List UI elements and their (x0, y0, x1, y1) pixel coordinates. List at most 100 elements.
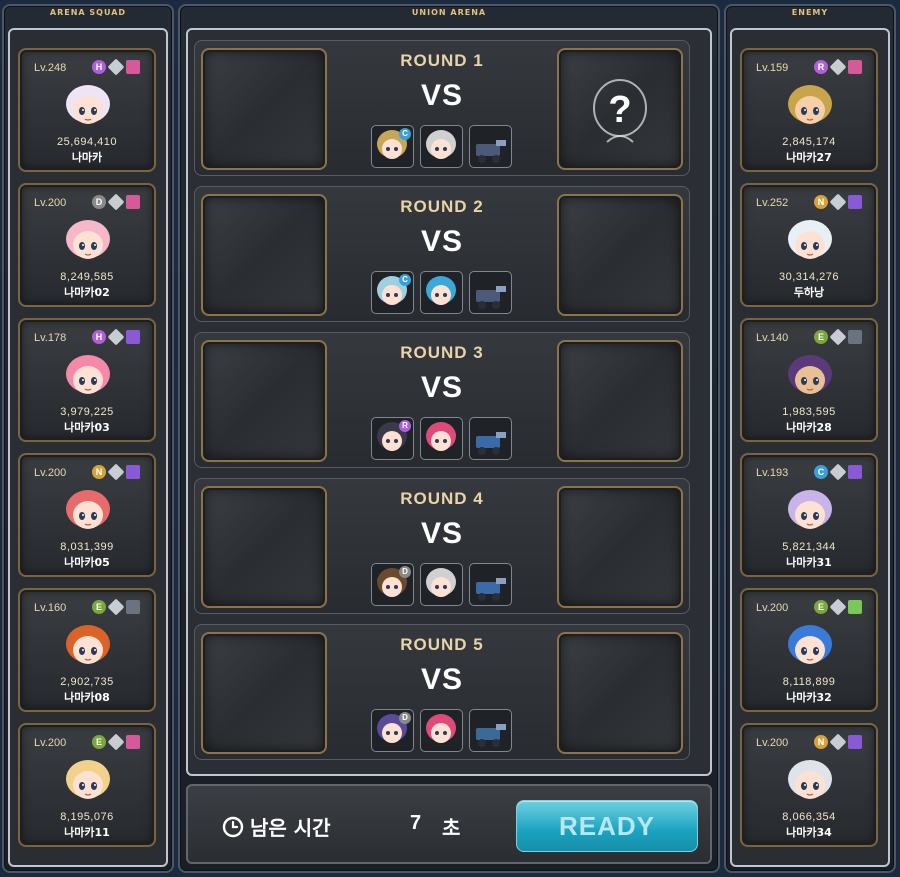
tactic-icon (469, 563, 512, 606)
job-class-icon (848, 735, 862, 749)
element-icon (829, 598, 847, 616)
round-title: ROUND 5 (400, 635, 484, 654)
unit-power: 25,694,410 (56, 136, 118, 148)
unit-power: 2,845,174 (782, 136, 836, 148)
unit-badges: D (92, 193, 140, 211)
element-icon (829, 58, 847, 76)
unit-name: 나마카34 (786, 826, 832, 839)
unit-level: Lv.200 (34, 467, 67, 479)
squad-unit-card[interactable]: Lv.200 D 8,249,585 나마카02 (18, 183, 156, 307)
unit-name: 나마카27 (786, 151, 832, 164)
unit-level: Lv.140 (756, 332, 789, 344)
vs-label: VS (420, 225, 464, 258)
tactic-icon (469, 271, 512, 314)
job-class-icon (126, 465, 140, 479)
mini-portrait-icon (420, 271, 463, 314)
question-mark-silhouette-icon: ? (559, 72, 681, 156)
round-title: ROUND 4 (400, 489, 484, 508)
squad-unit-card[interactable]: Lv.200 E 8,195,076 나마카11 (18, 723, 156, 847)
unit-badges: E (814, 328, 862, 346)
pirate-bandana-portrait-icon (780, 350, 840, 404)
unit-level: Lv.200 (34, 197, 67, 209)
rabbit-ear-girl-portrait-icon (58, 80, 118, 134)
job-class-icon (126, 735, 140, 749)
squad-unit-slot[interactable] (201, 194, 327, 316)
unit-name: 나마카02 (64, 286, 110, 299)
round-lineup: C (371, 125, 512, 168)
arena-squad-title: ARENA SQUAD (49, 8, 127, 17)
squad-unit-card[interactable]: Lv.160 E 2,902,735 나마카08 (18, 588, 156, 712)
remaining-time-unit: 초 (442, 816, 461, 840)
unit-name: 나마카31 (786, 556, 832, 569)
job-class-icon (848, 60, 862, 74)
unit-level: Lv.200 (34, 737, 67, 749)
grade-badge: D (399, 712, 411, 724)
enemy-unit-card[interactable]: Lv.200 E 8,118,899 나마카32 (740, 588, 878, 712)
unit-power: 8,195,076 (60, 811, 114, 823)
unit-power: 8,066,354 (782, 811, 836, 823)
enemy-panel: ENEMY Lv.159 R 2,845,174 나마카27 Lv.252 N 30,314… (724, 4, 896, 873)
vs-label: VS (420, 79, 464, 112)
element-icon (107, 463, 125, 481)
grade-badge: H (92, 60, 106, 74)
grade-badge: E (92, 735, 106, 749)
vs-label: VS (420, 663, 464, 696)
svg-text:?: ? (608, 89, 631, 131)
mini-portrait-icon: R (371, 417, 414, 460)
squad-unit-slot[interactable] (201, 340, 327, 462)
unit-badges: E (814, 598, 862, 616)
unit-power: 30,314,276 (778, 271, 840, 283)
footer-bar: 남은 시간 7 초 READY (186, 784, 712, 864)
enemy-unit-slot (557, 486, 683, 608)
round-title: ROUND 2 (400, 197, 484, 216)
pink-bunny-hood-portrait-icon (58, 215, 118, 269)
round-lineup: C (371, 271, 512, 314)
enemy-unit-card[interactable]: Lv.159 R 2,845,174 나마카27 (740, 48, 878, 172)
unit-power: 8,031,399 (60, 541, 114, 553)
clock-icon (222, 816, 244, 838)
ready-button[interactable]: READY (516, 800, 698, 852)
enemy-unit-card[interactable]: Lv.140 E 1,983,595 나마카28 (740, 318, 878, 442)
squad-unit-card[interactable]: Lv.200 N 8,031,399 나마카05 (18, 453, 156, 577)
vs-label: VS (420, 371, 464, 404)
element-icon (107, 598, 125, 616)
round-row: ROUND 3 VS R (194, 332, 690, 468)
unit-name: 나마카28 (786, 421, 832, 434)
round-title: ROUND 3 (400, 343, 484, 362)
unit-level: Lv.252 (756, 197, 789, 209)
mini-portrait-icon (420, 563, 463, 606)
mini-portrait-icon: D (371, 563, 414, 606)
blue-cap-portrait-icon (780, 620, 840, 674)
remaining-time-label: 남은 시간 (250, 816, 331, 840)
element-icon (829, 193, 847, 211)
enemy-title: ENEMY (791, 8, 829, 17)
lavender-hair-portrait-icon (780, 485, 840, 539)
squad-unit-slot[interactable] (201, 486, 327, 608)
unit-name: 나마카05 (64, 556, 110, 569)
squad-unit-card[interactable]: Lv.178 H 3,979,225 나마카03 (18, 318, 156, 442)
unit-level: Lv.193 (756, 467, 789, 479)
enemy-unit-slot (557, 632, 683, 754)
silver-hair-man-portrait-icon (780, 755, 840, 809)
tactic-icon (469, 125, 512, 168)
job-class-icon (126, 195, 140, 209)
unit-badges: E (92, 733, 140, 751)
squad-unit-slot[interactable] (201, 48, 327, 170)
element-icon (829, 328, 847, 346)
job-class-icon (848, 465, 862, 479)
grade-badge: C (399, 128, 411, 140)
grade-badge: N (814, 735, 828, 749)
enemy-unit-card[interactable]: Lv.252 N 30,314,276 두하낭 (740, 183, 878, 307)
enemy-unit-slot (557, 194, 683, 316)
enemy-unit-card[interactable]: Lv.200 N 8,066,354 나마카34 (740, 723, 878, 847)
grade-badge: C (399, 274, 411, 286)
enemy-unit-card[interactable]: Lv.193 C 5,821,344 나마카31 (740, 453, 878, 577)
unit-power: 8,118,899 (782, 676, 836, 688)
unit-level: Lv.178 (34, 332, 67, 344)
mini-portrait-icon: C (371, 125, 414, 168)
squad-unit-slot[interactable] (201, 632, 327, 754)
job-class-icon (126, 600, 140, 614)
squad-unit-card[interactable]: Lv.248 H 25,694,410 나마카 (18, 48, 156, 172)
unit-badges: N (92, 463, 140, 481)
arena-squad-list: Lv.248 H 25,694,410 나마카 Lv.200 D 8,249,585 나마카0… (18, 48, 158, 858)
